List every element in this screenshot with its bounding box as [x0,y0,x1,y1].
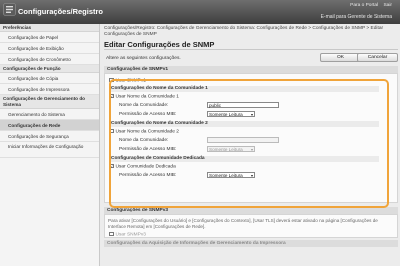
snmpv1-section-header: Configurações de SNMPv1 [104,66,398,73]
use-community2-checkbox[interactable] [109,128,114,133]
snmpv3-panel: Para ativar [Configurações do Usuário] e… [104,214,398,238]
use-dedicated-label: Usar Comunidade Dedicada [115,164,176,170]
sidebar-item-security[interactable]: Configurações de Segurança [0,131,99,142]
use-community1-label: Usar Nome da Comunidade 1 [115,94,179,100]
use-dedicated-checkbox[interactable]: ✓ [109,163,114,168]
community2-mib-label: Permissão de Acesso MIB: [119,147,177,152]
mail-admin-link[interactable]: E-mail para Gerente de Sistema [321,14,392,20]
sidebar: Preferências Configurações de Papel Conf… [0,24,100,266]
portal-link[interactable]: Para o Portal [350,3,378,8]
use-snmpv1-label: Usar SNMPv1 [115,78,146,84]
sidebar-group-preferences: Preferências [0,24,99,32]
community2-name-input[interactable] [207,137,279,143]
sidebar-item-timer[interactable]: Configurações de Cronômetro [0,54,99,65]
use-community2-label: Usar Nome da Comunidade 2 [115,129,179,135]
sidebar-item-copy[interactable]: Configurações de Cópia [0,73,99,84]
sidebar-item-printer[interactable]: Configurações de Impressora [0,84,99,95]
app-title: Configurações/Registro [18,7,104,16]
sidebar-item-paper[interactable]: Configurações de Papel [0,32,99,43]
chevron-down-icon: ▾ [250,112,253,117]
dedicated-mib-value: Somente Leitura [209,173,243,178]
use-snmpv1-checkbox[interactable]: ✓ [109,77,114,82]
sidebar-item-init-config[interactable]: Iniciar Informações de Configuração [0,142,99,158]
settings-logo-icon [3,3,16,16]
logout-link[interactable]: Sair [383,3,392,8]
main-content: Configurações/Registro: Configurações de… [104,26,398,247]
community1-mib-select[interactable]: Somente Leitura ▾ [207,111,255,117]
community1-mib-value: Somente Leitura [209,112,243,117]
snmpv1-panel: ✓ Usar SNMPv1 Configurações do Nome da Co… [104,73,398,203]
chevron-down-icon: ▾ [250,173,253,178]
community2-section-header: Configurações do Nome da Comunidade 2 [109,121,379,127]
community2-mib-value: Somente Leitura [209,147,243,152]
use-snmpv3-label: Usar SNMPv3 [115,232,146,238]
community2-mib-select[interactable]: Somente Leitura ▾ [207,146,255,152]
chevron-down-icon: ▾ [250,147,253,152]
community2-name-label: Nome da Comunidade: [119,138,169,143]
community1-section-header: Configurações do Nome da Comunidade 1 [109,86,379,92]
dedicated-mib-select[interactable]: Somente Leitura ▾ [207,172,255,178]
use-snmpv1-row[interactable]: ✓ Usar SNMPv1 [109,77,146,84]
header-bar: Configurações/Registro Para o Portal Sai… [0,0,400,24]
use-community2-row[interactable]: Usar Nome da Comunidade 2 [109,128,179,135]
action-row: Altere as seguintes configurações. OK Ca… [104,53,398,66]
breadcrumb: Configurações/Registro: Configurações de… [104,26,384,37]
use-snmpv3-row[interactable]: Usar SNMPv3 [109,231,146,238]
dedicated-section-header: Configurações de Comunidade Dedicada [109,156,379,162]
sidebar-group-function: Configurações de Função [0,65,99,73]
snmpv3-description: Para ativar [Configurações do Usuário] e… [108,218,378,229]
sidebar-item-network[interactable]: Configurações de Rede [0,120,99,131]
snmpv3-section-header: Configurações de SNMPv3 [104,207,398,214]
community1-mib-label: Permissão de Acesso MIB: [119,112,177,117]
community1-name-input[interactable]: public [207,102,279,108]
dedicated-mib-label: Permissão de Acesso MIB: [119,173,177,178]
use-community1-row[interactable]: ✓ Usar Nome da Comunidade 1 [109,93,179,100]
sidebar-group-system: Configurações de Gerenciamento do Sistem… [0,95,99,109]
cancel-button[interactable]: Cancelar [357,53,398,62]
ok-button[interactable]: OK [320,53,361,62]
sidebar-item-system-management[interactable]: Gerenciamento do Sistema [0,109,99,120]
page-title: Editar Configurações de SNMP [104,40,398,50]
use-dedicated-row[interactable]: ✓ Usar Comunidade Dedicada [109,163,176,170]
community1-name-label: Nome da Comunidade: [119,103,169,108]
use-snmpv3-checkbox[interactable] [109,231,114,236]
printer-mgmt-section-header: Configurações da Aquisição de Informaçõe… [104,240,398,247]
instruction-text: Altere as seguintes configurações. [106,56,181,61]
use-community1-checkbox[interactable]: ✓ [109,93,114,98]
sidebar-item-display[interactable]: Configurações de Exibição [0,43,99,54]
